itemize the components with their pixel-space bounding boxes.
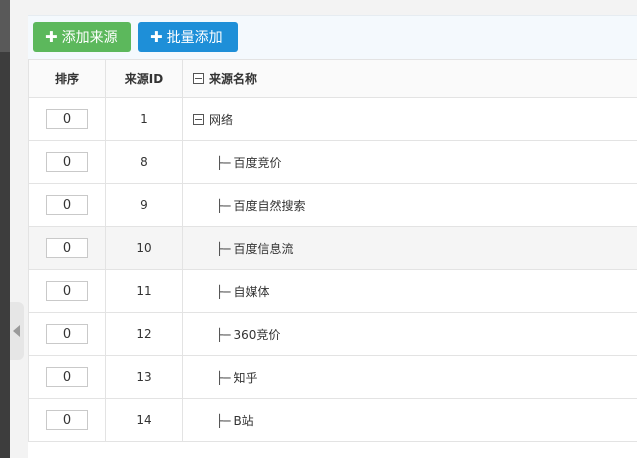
source-id-cell: 8 — [105, 140, 183, 184]
batch-add-label: 批量添加 — [166, 30, 223, 46]
source-id-cell: 11 — [105, 269, 183, 313]
order-input[interactable] — [46, 367, 88, 387]
source-id-cell: 13 — [105, 355, 183, 399]
order-cell — [28, 398, 106, 442]
source-table-container: 排序 来源ID 来源名称 1网络8├─百度竞价9├─百度自然搜索10├─百度信息… — [28, 59, 637, 458]
triangle-left-icon — [13, 325, 20, 337]
source-table: 排序 来源ID 来源名称 1网络8├─百度竞价9├─百度自然搜索10├─百度信息… — [28, 59, 637, 442]
header-source-id: 来源ID — [105, 59, 183, 98]
source-name-cell: ├─ 自媒体 — [182, 269, 637, 313]
source-id-cell: 10 — [105, 226, 183, 270]
source-name-label: 百度信息流 — [233, 241, 294, 256]
source-name-label: 网络 — [209, 112, 234, 127]
source-id-cell: 1 — [105, 97, 183, 141]
table-row: 12├─360竞价 — [28, 312, 637, 356]
source-name-cell: ├─ 百度自然搜索 — [182, 183, 637, 227]
source-name-cell: ├─ B站 — [182, 398, 637, 442]
order-input[interactable] — [46, 109, 88, 129]
order-cell — [28, 183, 106, 227]
order-cell — [28, 355, 106, 399]
batch-add-button[interactable]: ✚ 批量添加 — [138, 22, 238, 52]
table-row: 1 网络 — [28, 97, 637, 141]
left-sidebar-top — [0, 0, 10, 52]
table-row: 8├─百度竞价 — [28, 140, 637, 184]
source-id-cell: 14 — [105, 398, 183, 442]
order-cell — [28, 226, 106, 270]
source-name-label: B站 — [233, 413, 254, 428]
collapse-all-icon[interactable] — [193, 73, 204, 84]
table-row: 14├─B站 — [28, 398, 637, 442]
tree-branch-icon: ├─ — [216, 241, 231, 256]
add-source-button[interactable]: ✚ 添加来源 — [33, 22, 131, 52]
source-name-label: 知乎 — [233, 370, 258, 385]
order-input[interactable] — [46, 152, 88, 172]
left-sidebar — [0, 0, 10, 458]
source-name-cell: ├─ 百度竞价 — [182, 140, 637, 184]
add-source-label: 添加来源 — [61, 30, 118, 46]
source-name-cell: ├─ 知乎 — [182, 355, 637, 399]
toolbar: ✚ 添加来源 ✚ 批量添加 — [28, 15, 637, 60]
table-header-row: 排序 来源ID 来源名称 — [28, 59, 637, 98]
order-input[interactable] — [46, 410, 88, 430]
order-cell — [28, 97, 106, 141]
table-row: 9├─百度自然搜索 — [28, 183, 637, 227]
source-name-label: 自媒体 — [233, 284, 270, 299]
table-body: 1网络8├─百度竞价9├─百度自然搜索10├─百度信息流11├─自媒体12├─3… — [28, 97, 637, 442]
table-row: 13├─知乎 — [28, 355, 637, 399]
table-row: 10├─百度信息流 — [28, 226, 637, 270]
source-name-label: 360竞价 — [233, 327, 281, 342]
tree-branch-icon: ├─ — [216, 155, 231, 170]
order-cell — [28, 312, 106, 356]
plus-icon: ✚ — [150, 28, 163, 46]
table-row: 11├─自媒体 — [28, 269, 637, 313]
tree-branch-icon: ├─ — [216, 198, 231, 213]
tree-branch-icon: ├─ — [216, 284, 231, 299]
order-cell — [28, 140, 106, 184]
order-input[interactable] — [46, 281, 88, 301]
header-order: 排序 — [28, 59, 106, 98]
collapse-node-icon[interactable] — [193, 113, 204, 125]
order-input[interactable] — [46, 324, 88, 344]
source-name-cell: ├─ 百度信息流 — [182, 226, 637, 270]
header-source-name-label: 来源名称 — [209, 72, 258, 86]
header-source-name: 来源名称 — [182, 59, 637, 98]
source-id-cell: 9 — [105, 183, 183, 227]
tree-branch-icon: ├─ — [216, 327, 231, 342]
plus-icon: ✚ — [45, 28, 58, 46]
source-name-label: 百度自然搜索 — [233, 198, 306, 213]
source-name-cell: ├─ 360竞价 — [182, 312, 637, 356]
order-input[interactable] — [46, 238, 88, 258]
tree-branch-icon: ├─ — [216, 370, 231, 385]
order-input[interactable] — [46, 195, 88, 215]
tree-branch-icon: ├─ — [216, 413, 231, 428]
source-name-cell: 网络 — [182, 97, 637, 141]
order-cell — [28, 269, 106, 313]
source-name-label: 百度竞价 — [233, 155, 282, 170]
sidebar-toggle[interactable] — [10, 302, 24, 360]
source-id-cell: 12 — [105, 312, 183, 356]
